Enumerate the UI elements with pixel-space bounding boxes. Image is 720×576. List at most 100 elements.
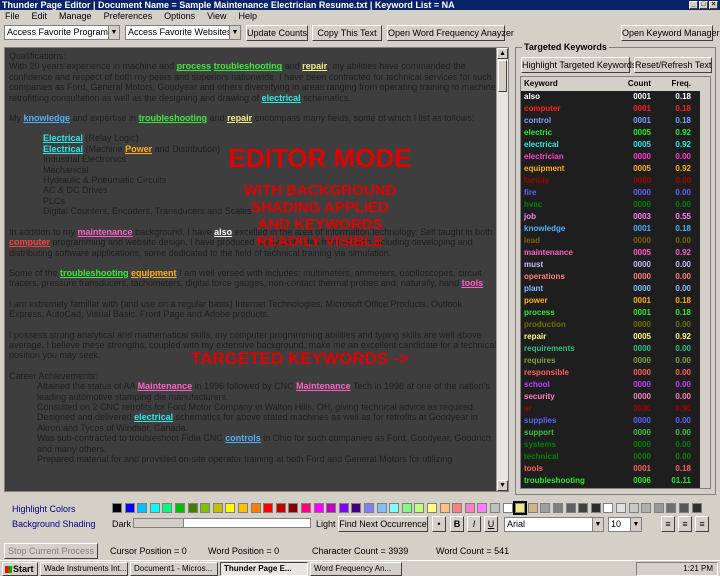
keyword-row[interactable]: lead 0000 0.00 [521, 235, 710, 247]
keyword-row[interactable]: production 0000 0.00 [521, 319, 710, 331]
keyword-row[interactable]: requires 0000 0.00 [521, 355, 710, 367]
keyword-row[interactable]: knowledge 0001 0.18 [521, 223, 710, 235]
color-swatch[interactable] [540, 503, 551, 513]
color-swatch[interactable] [149, 503, 160, 513]
maximize-button[interactable]: □ [699, 1, 708, 9]
open-word-frequency-button[interactable]: Open Word Frequency Anayzer [387, 25, 514, 41]
highlight-keywords-button[interactable]: Highlight Targeted Keywords [521, 57, 636, 73]
color-swatch[interactable] [175, 503, 185, 513]
keyword-row[interactable]: process 0001 0.18 [521, 307, 710, 319]
color-swatch[interactable] [301, 503, 311, 513]
font-size-dropdown[interactable]: 10 ▼ [608, 517, 642, 532]
keyword-row[interactable]: equipment 0005 0.92 [521, 163, 710, 175]
task-thunder-page[interactable]: Thunder Page E... [220, 562, 308, 576]
editor-scrollbar[interactable]: ▲ ▼ [496, 48, 508, 491]
chevron-down-icon[interactable]: ▼ [630, 518, 641, 531]
color-swatch[interactable] [553, 503, 563, 513]
color-swatch[interactable] [603, 503, 614, 513]
close-button[interactable]: × [709, 1, 718, 9]
chevron-down-icon[interactable]: ▼ [592, 518, 603, 531]
color-swatch[interactable] [513, 501, 528, 515]
chevron-down-icon[interactable]: ▼ [229, 26, 240, 39]
keyword-row[interactable]: control 0001 0.18 [521, 115, 710, 127]
bold-button[interactable]: B [450, 516, 464, 532]
keyword-row[interactable]: job 0003 0.55 [521, 211, 710, 223]
keyword-row[interactable]: computer 0001 0.18 [521, 103, 710, 115]
keyword-row[interactable]: school 0000 0.00 [521, 379, 710, 391]
start-button[interactable]: Start [2, 562, 38, 576]
keyword-row[interactable]: operations 0000 0.00 [521, 271, 710, 283]
color-swatch[interactable] [439, 503, 450, 513]
menu-file[interactable]: File [5, 10, 20, 23]
scroll-down-icon[interactable]: ▼ [497, 480, 508, 491]
reset-refresh-button[interactable]: Reset/Refresh Text [634, 57, 712, 73]
color-swatch[interactable] [628, 503, 639, 513]
editor-content[interactable]: Qualifications: With 20 years experience… [9, 51, 497, 464]
find-next-occurrence-button[interactable]: Find Next Occurrence [338, 516, 428, 532]
keyword-row[interactable]: hvac 0000 0.00 [521, 199, 710, 211]
color-swatch[interactable] [616, 503, 626, 513]
keyword-row[interactable]: requirements 0000 0.00 [521, 343, 710, 355]
task-wade-instruments[interactable]: Wade Instruments Int... [40, 562, 128, 576]
color-swatch[interactable] [250, 503, 261, 513]
align-left-icon[interactable]: ≡ [661, 516, 675, 532]
keyword-row[interactable]: power 0001 0.18 [521, 295, 710, 307]
color-swatch[interactable] [666, 503, 677, 513]
menu-options[interactable]: Options [164, 10, 195, 23]
stop-process-button[interactable]: Stop Current Process [4, 543, 98, 559]
color-swatch[interactable] [502, 503, 513, 513]
color-swatch[interactable] [401, 503, 412, 513]
color-swatch[interactable] [313, 503, 324, 513]
column-keyword[interactable]: Keyword [521, 77, 613, 91]
color-swatch[interactable] [464, 503, 475, 513]
color-swatch[interactable] [200, 503, 211, 513]
keywords-table[interactable]: Keyword Count Freq. also 0001 0.18 computer… [520, 76, 711, 489]
favorite-programs-dropdown[interactable]: Access Favorite Programs ▼ [4, 25, 120, 40]
color-swatch[interactable] [225, 503, 236, 513]
task-document1[interactable]: Document1 - Micros... [130, 562, 218, 576]
keyword-row[interactable]: technical 0000 0.00 [521, 451, 710, 463]
color-swatch[interactable] [691, 503, 702, 513]
menu-manage[interactable]: Manage [59, 10, 92, 23]
color-swatch[interactable] [112, 503, 122, 513]
scroll-thumb[interactable] [498, 60, 507, 92]
keyword-row[interactable]: electric 0005 0.92 [521, 127, 710, 139]
color-swatch[interactable] [427, 503, 437, 513]
align-right-icon[interactable]: ≡ [695, 516, 709, 532]
color-swatch[interactable] [338, 503, 349, 513]
update-counts-button[interactable]: Update Counts [246, 25, 308, 41]
color-swatch[interactable] [364, 503, 374, 513]
keyword-row[interactable]: electrical 0005 0.92 [521, 139, 710, 151]
color-swatch[interactable] [641, 503, 652, 513]
keyword-row[interactable]: plant 0000 0.00 [521, 283, 710, 295]
menu-edit[interactable]: Edit [32, 10, 48, 23]
color-swatch[interactable] [653, 503, 664, 513]
keyword-row[interactable]: fire 0000 0.00 [521, 187, 710, 199]
keyword-row[interactable]: electrician 0000 0.00 [521, 151, 710, 163]
align-center-icon[interactable]: ≡ [678, 516, 692, 532]
color-swatch[interactable] [326, 503, 337, 513]
minimize-button[interactable]: _ [689, 1, 698, 9]
keyword-row[interactable]: responsible 0000 0.00 [521, 367, 710, 379]
underline-button[interactable]: U [484, 516, 498, 532]
color-swatch[interactable] [351, 503, 362, 513]
text-editor[interactable]: Qualifications: With 20 years experience… [4, 47, 509, 492]
color-swatch[interactable] [477, 503, 488, 513]
color-swatch[interactable] [452, 503, 463, 513]
keywords-scrollbar[interactable] [700, 77, 710, 488]
color-swatch[interactable] [490, 503, 500, 513]
color-swatch[interactable] [578, 503, 589, 513]
color-swatch[interactable] [238, 503, 248, 513]
menu-view[interactable]: View [207, 10, 226, 23]
open-keyword-manager-button[interactable]: Open Keyword Manager [621, 25, 720, 41]
column-count[interactable]: Count [613, 77, 651, 91]
color-swatch[interactable] [288, 503, 299, 513]
color-swatch[interactable] [162, 503, 173, 513]
color-swatch[interactable] [414, 503, 425, 513]
italic-button[interactable]: I [467, 516, 481, 532]
copy-text-button[interactable]: Copy This Text [312, 25, 382, 41]
column-freq[interactable]: Freq. [651, 77, 691, 91]
keyword-row[interactable]: supplies 0000 0.00 [521, 415, 710, 427]
color-swatch[interactable] [376, 503, 387, 513]
color-swatch[interactable] [565, 503, 576, 513]
